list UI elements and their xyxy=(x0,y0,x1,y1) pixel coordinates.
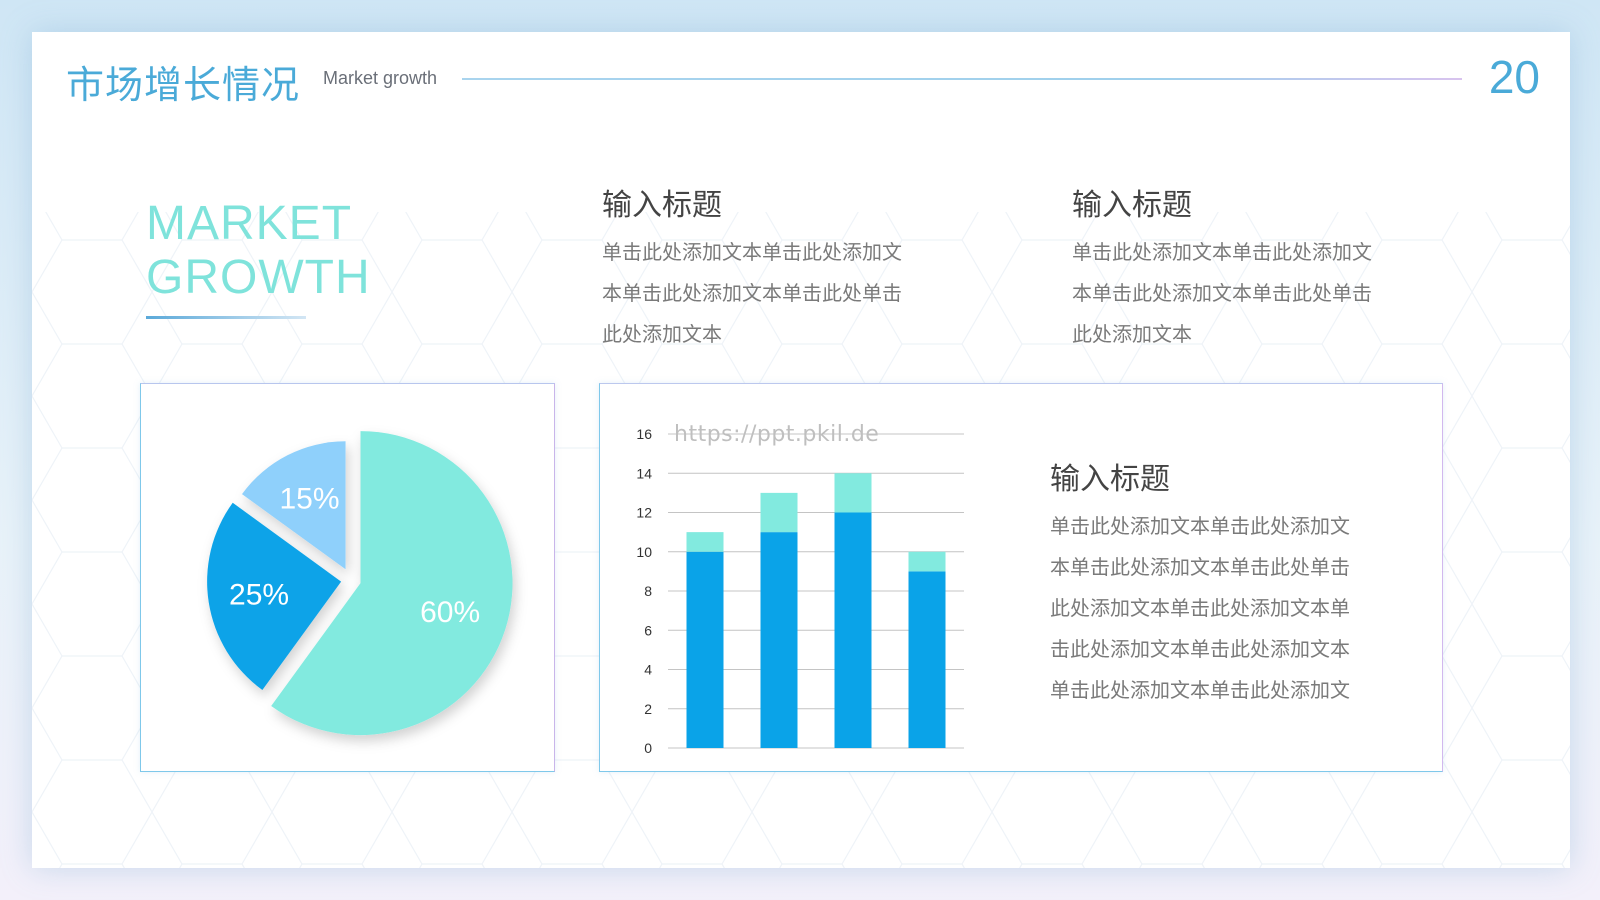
text-line: 单击此处添加文本单击此处添加文 xyxy=(1050,514,1350,538)
y-tick-label: 8 xyxy=(644,583,652,599)
bar-segment xyxy=(834,473,872,513)
text-block-title[interactable]: 输入标题 xyxy=(1050,454,1420,498)
text-line: 击此处添加文本单击此处添加文本 xyxy=(1050,637,1350,661)
y-tick-label: 12 xyxy=(636,505,652,521)
hero-underline xyxy=(146,316,306,319)
bar-segment xyxy=(908,571,946,748)
hero-label: MARKET GROWTH xyxy=(146,197,371,305)
title-divider xyxy=(462,78,1462,80)
text-line: 本单击此处添加文本单击此处单击 xyxy=(602,281,902,305)
bar-segment xyxy=(760,492,798,533)
text-line: 单击此处添加文本单击此处添加文 xyxy=(1072,240,1372,264)
hero-line-2: GROWTH xyxy=(146,251,371,304)
text-block-title[interactable]: 输入标题 xyxy=(1072,180,1442,224)
page-number: 20 xyxy=(1488,51,1540,103)
pie-slice-label: 60% xyxy=(420,596,480,629)
bar-segment xyxy=(686,551,724,748)
text-line: 单击此处添加文本单击此处添加文 xyxy=(602,240,902,264)
text-line: 此处添加文本 xyxy=(602,322,722,346)
bar-segment xyxy=(686,532,724,552)
page-title: 市场增长情况 xyxy=(66,63,301,107)
y-tick-label: 0 xyxy=(644,740,652,756)
y-tick-label: 16 xyxy=(636,426,652,442)
y-tick-label: 6 xyxy=(644,622,652,638)
text-line: 单击此处添加文本单击此处添加文 xyxy=(1050,678,1350,702)
text-block-body[interactable]: 单击此处添加文本单击此处添加文 本单击此处添加文本单击此处单击 此处添加文本 xyxy=(602,232,972,355)
pie-chart-panel[interactable]: 60% 25% 15% xyxy=(140,383,555,772)
text-line: 本单击此处添加文本单击此处单击 xyxy=(1050,555,1350,579)
text-line: 此处添加文本单击此处添加文本单 xyxy=(1050,596,1350,620)
pie-slice-label: 15% xyxy=(280,483,340,516)
text-block-body[interactable]: 单击此处添加文本单击此处添加文 本单击此处添加文本单击此处单击 此处添加文本 xyxy=(1072,232,1442,355)
pie-chart: 60% 25% 15% xyxy=(207,431,513,736)
y-tick-label: 2 xyxy=(644,701,652,717)
bar-segment xyxy=(908,551,946,572)
bar-segment xyxy=(760,532,798,748)
y-tick-label: 10 xyxy=(636,544,652,560)
hero-line-1: MARKET xyxy=(146,197,353,250)
text-line: 此处添加文本 xyxy=(1072,322,1192,346)
slide: 市场增长情况 Market growth 20 MARKET GROWTH 输入… xyxy=(32,32,1570,868)
page-subtitle: Market growth xyxy=(323,68,438,88)
text-line: 本单击此处添加文本单击此处单击 xyxy=(1072,281,1372,305)
bar-segment xyxy=(834,512,872,748)
text-block-title[interactable]: 输入标题 xyxy=(602,180,972,224)
pie-slice-label: 25% xyxy=(229,579,289,612)
y-tick-label: 4 xyxy=(644,662,652,678)
watermark-text: https://ppt.pkil.de xyxy=(674,422,880,447)
text-block-body[interactable]: 单击此处添加文本单击此处添加文 本单击此处添加文本单击此处单击 此处添加文本单击… xyxy=(1050,506,1420,711)
y-tick-label: 14 xyxy=(636,465,652,481)
text-block-2: 输入标题 单击此处添加文本单击此处添加文 本单击此处添加文本单击此处单击 此处添… xyxy=(1072,180,1442,355)
text-block-3: 输入标题 单击此处添加文本单击此处添加文 本单击此处添加文本单击此处单击 此处添… xyxy=(1050,454,1420,711)
text-block-1: 输入标题 单击此处添加文本单击此处添加文 本单击此处添加文本单击此处单击 此处添… xyxy=(602,180,972,355)
